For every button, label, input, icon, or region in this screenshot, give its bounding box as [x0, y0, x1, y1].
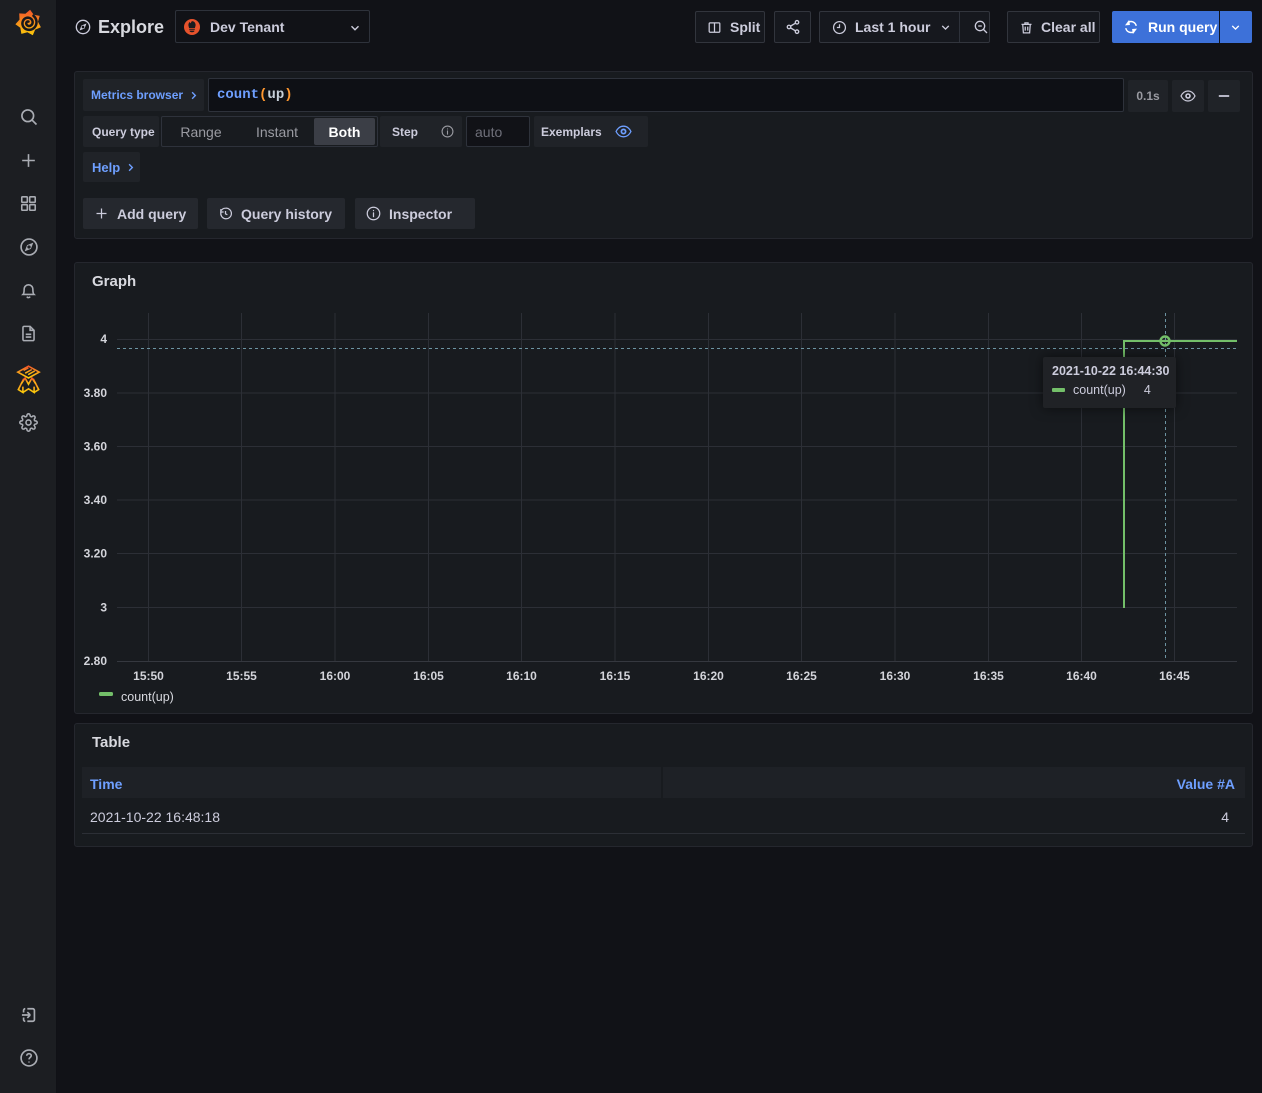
svg-text:3: 3 [100, 601, 107, 615]
svg-text:16:05: 16:05 [413, 669, 444, 683]
svg-text:3.60: 3.60 [84, 440, 108, 454]
svg-text:15:50: 15:50 [133, 669, 164, 683]
svg-text:3.40: 3.40 [84, 493, 108, 507]
svg-text:16:35: 16:35 [973, 669, 1004, 683]
svg-text:15:55: 15:55 [226, 669, 257, 683]
svg-text:2.80: 2.80 [84, 654, 108, 668]
svg-text:16:00: 16:00 [320, 669, 351, 683]
svg-text:3.80: 3.80 [84, 386, 108, 400]
svg-text:16:25: 16:25 [786, 669, 817, 683]
svg-text:4: 4 [100, 332, 107, 346]
svg-text:16:15: 16:15 [600, 669, 631, 683]
svg-text:16:20: 16:20 [693, 669, 724, 683]
svg-text:16:10: 16:10 [506, 669, 537, 683]
svg-text:16:40: 16:40 [1066, 669, 1097, 683]
svg-text:16:30: 16:30 [880, 669, 911, 683]
svg-text:3.20: 3.20 [84, 547, 108, 561]
svg-text:16:45: 16:45 [1159, 669, 1190, 683]
svg-text:count(up): count(up) [121, 690, 174, 704]
